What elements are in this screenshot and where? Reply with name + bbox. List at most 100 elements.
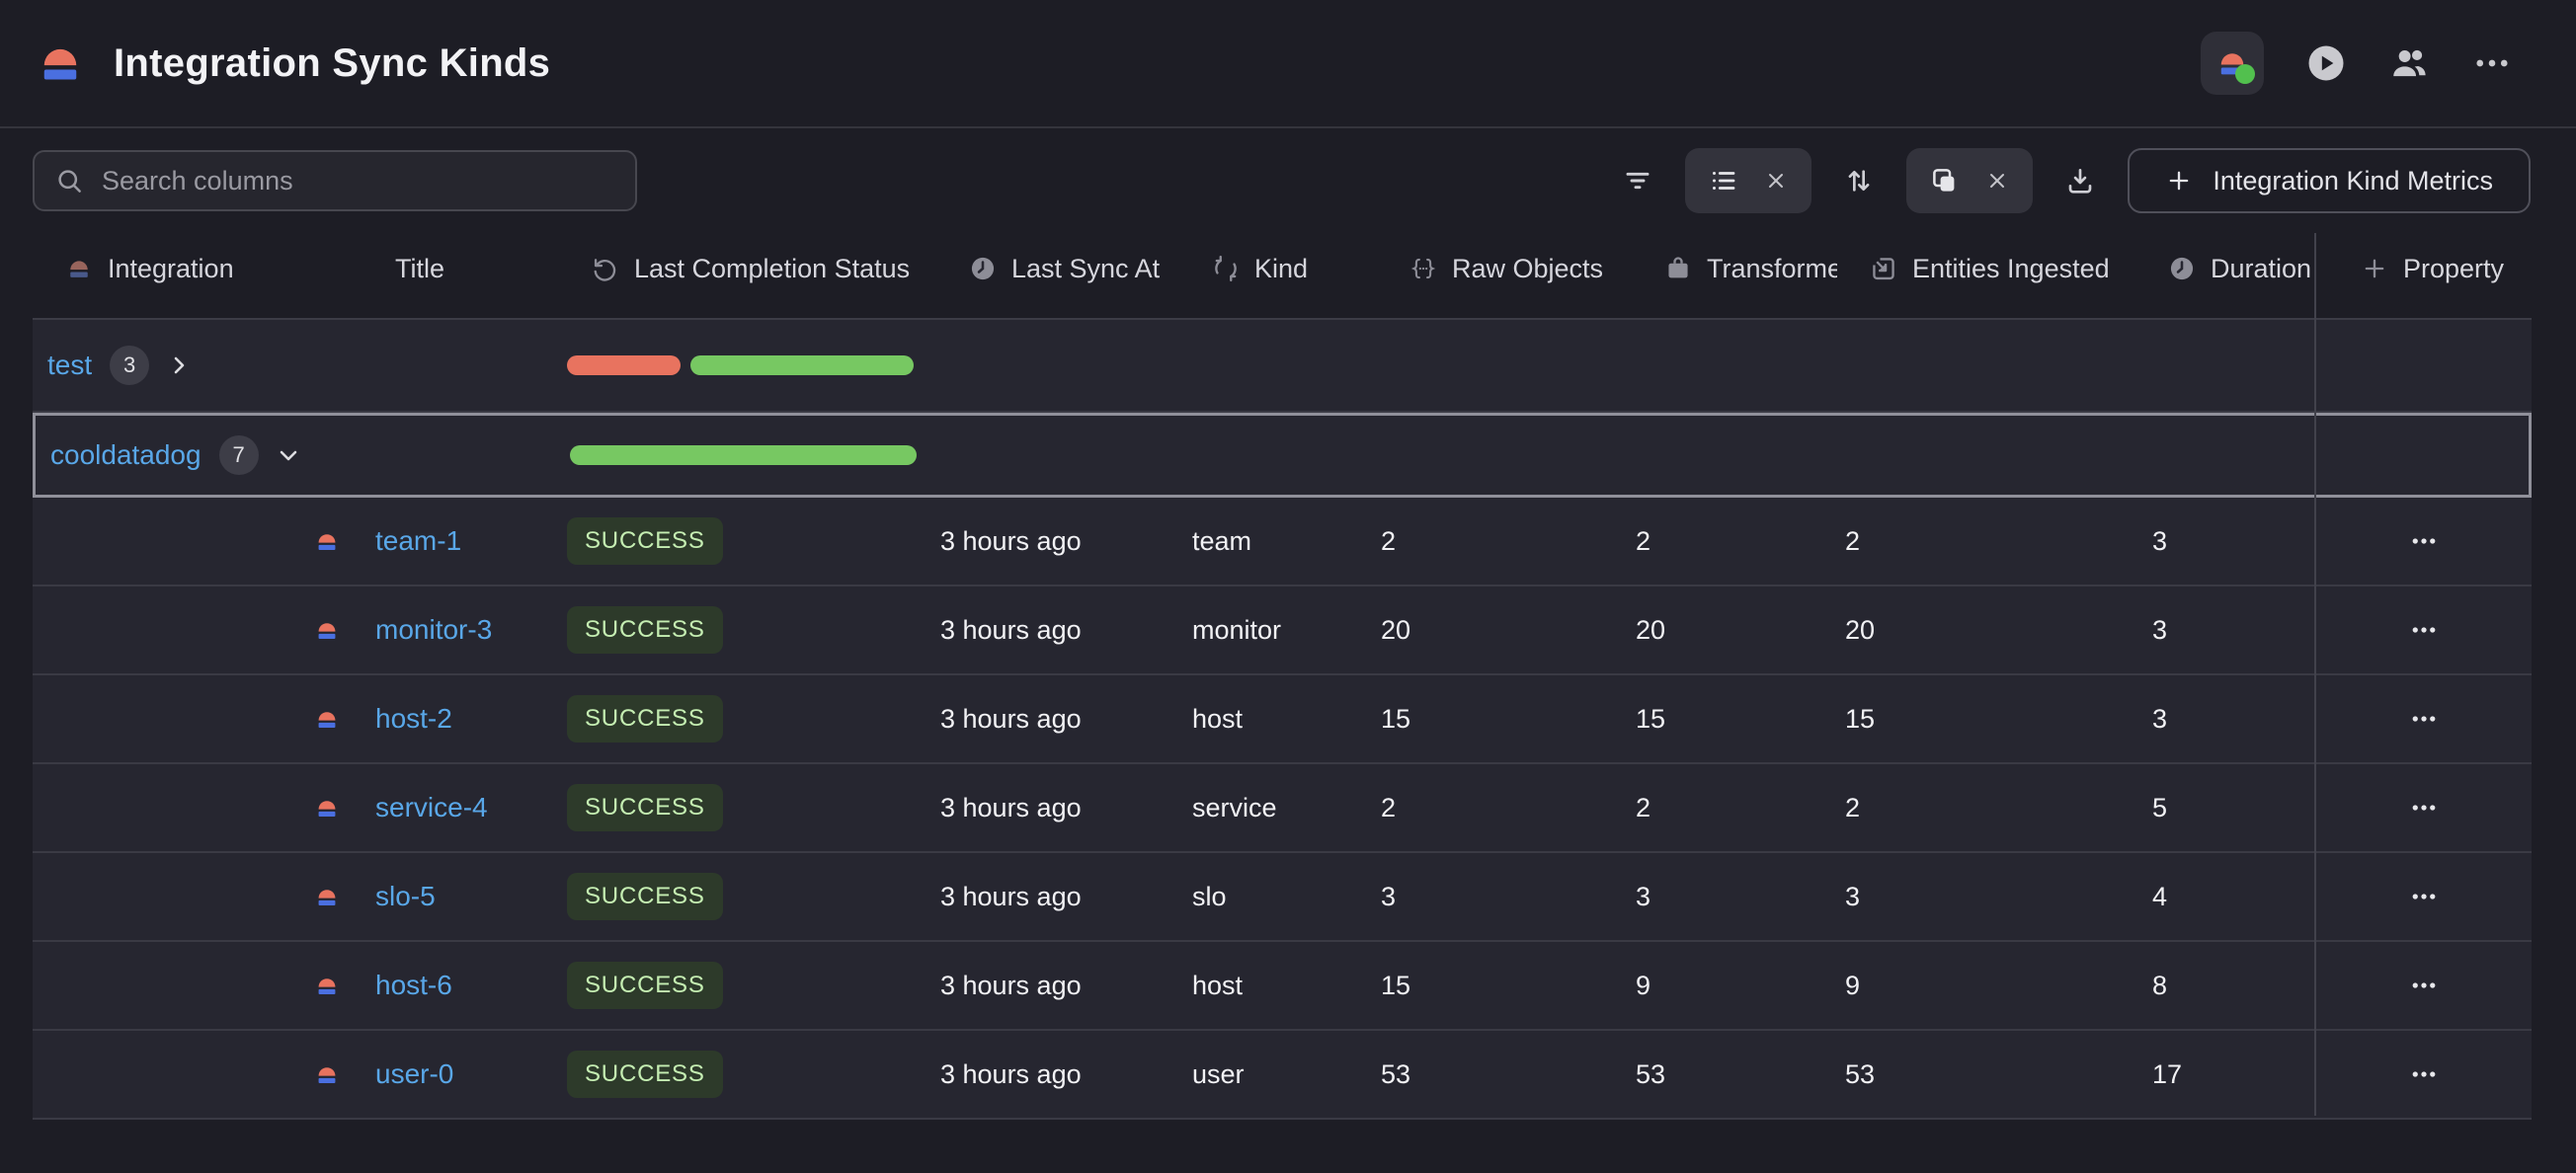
row-actions-icon[interactable] xyxy=(2399,605,2449,655)
row-last-sync-at-cell: 3 hours ago xyxy=(940,853,1192,940)
status-badge: SUCCESS xyxy=(567,517,723,565)
row-title-link[interactable]: service-4 xyxy=(375,792,488,823)
integration-logo-icon xyxy=(313,528,341,555)
column-header-last_sync_at[interactable]: Last Sync At xyxy=(940,229,1192,308)
integration-logo-icon xyxy=(33,38,88,89)
app-logo-button[interactable] xyxy=(2201,32,2264,95)
row-title-link[interactable]: slo-5 xyxy=(375,881,436,912)
filter-lines-icon[interactable] xyxy=(1622,165,1653,196)
entities-ingested-value: 15 xyxy=(1845,704,1875,735)
group-row-test: test3 xyxy=(33,320,2532,413)
status-bar-green xyxy=(570,445,917,465)
row-last-sync-at-cell: 3 hours ago xyxy=(940,1031,1192,1118)
integration-logo-icon xyxy=(313,1061,341,1088)
row-title-cell: host-2 xyxy=(356,675,567,762)
group-by-toggle[interactable] xyxy=(1906,148,2033,213)
row-status-cell: SUCCESS xyxy=(567,675,940,762)
row-title-link[interactable]: user-0 xyxy=(375,1058,453,1090)
column-header-duration[interactable]: Duration xyxy=(2144,229,2316,308)
play-icon[interactable] xyxy=(2305,42,2347,84)
entities-ingested-value: 2 xyxy=(1845,793,1860,823)
kind-value: host xyxy=(1192,704,1243,735)
column-list-toggle[interactable] xyxy=(1685,148,1811,213)
row-duration-cell: 3 xyxy=(2144,675,2316,762)
status-bars xyxy=(567,355,914,375)
row-kind-cell: monitor xyxy=(1192,586,1373,673)
raw-objects-value: 2 xyxy=(1381,526,1396,557)
row-integration-cell xyxy=(33,498,356,585)
integration-logo-icon xyxy=(313,884,341,910)
row-kind-cell: host xyxy=(1192,675,1373,762)
row-duration-cell: 5 xyxy=(2144,764,2316,851)
row-title-link[interactable]: host-2 xyxy=(375,703,452,735)
table-row-team-1: team-1SUCCESS3 hours agoteam2223 xyxy=(33,498,2532,586)
clear-icon[interactable] xyxy=(1764,169,1788,193)
row-entities-ingested-cell: 20 xyxy=(1837,586,2144,673)
column-header-kind[interactable]: Kind xyxy=(1192,229,1373,308)
column-header-add_property[interactable]: Property xyxy=(2316,229,2532,308)
row-actions-icon[interactable] xyxy=(2399,1050,2449,1099)
entities-ingested-value: 53 xyxy=(1845,1059,1875,1090)
search-input[interactable] xyxy=(100,165,615,197)
clear-icon[interactable] xyxy=(1985,169,2009,193)
row-duration-cell: 3 xyxy=(2144,586,2316,673)
row-duration-cell: 3 xyxy=(2144,498,2316,585)
row-actions-icon[interactable] xyxy=(2399,961,2449,1010)
row-title-link[interactable]: host-6 xyxy=(375,970,452,1001)
row-duration-cell: 17 xyxy=(2144,1031,2316,1118)
duration-value: 5 xyxy=(2152,793,2167,823)
row-kind-cell: team xyxy=(1192,498,1373,585)
column-header-last_completion_status[interactable]: Last Completion Status xyxy=(567,229,940,308)
plus-icon xyxy=(2165,167,2193,195)
row-integration-cell xyxy=(33,675,356,762)
row-transformed-cell: 53 xyxy=(1628,1031,1837,1118)
duration-value: 8 xyxy=(2152,971,2167,1001)
column-header-transformed[interactable]: Transforme xyxy=(1628,229,1837,308)
group-link[interactable]: cooldatadog xyxy=(50,439,201,471)
group-cell: test3 xyxy=(33,320,356,411)
sync-icon xyxy=(1212,255,1240,282)
duration-value: 4 xyxy=(2152,882,2167,912)
row-actions-icon[interactable] xyxy=(2399,783,2449,832)
row-title-cell: team-1 xyxy=(356,498,567,585)
chevron-down-icon[interactable] xyxy=(277,443,300,467)
last-sync-at-value: 3 hours ago xyxy=(940,971,1082,1001)
download-icon[interactable] xyxy=(2064,165,2096,196)
table-toolbar: Integration Kind Metrics xyxy=(33,148,2531,213)
column-header-integration[interactable]: Integration xyxy=(33,229,356,308)
group-status-cell xyxy=(570,416,943,495)
column-header-title[interactable]: Title xyxy=(356,229,567,308)
raw-objects-value: 20 xyxy=(1381,615,1410,646)
entities-ingested-value: 9 xyxy=(1845,971,1860,1001)
chevron-right-icon[interactable] xyxy=(167,353,191,377)
column-header-label: Last Sync At xyxy=(1011,254,1160,284)
row-title-link[interactable]: monitor-3 xyxy=(375,614,492,646)
sort-arrows-icon[interactable] xyxy=(1843,165,1875,196)
row-title-link[interactable]: team-1 xyxy=(375,525,461,557)
search-box[interactable] xyxy=(33,150,637,211)
users-icon[interactable] xyxy=(2388,42,2430,84)
column-header-label: Kind xyxy=(1254,254,1308,284)
column-header-label: Title xyxy=(395,254,444,284)
group-link[interactable]: test xyxy=(47,350,92,381)
title-bar: Integration Sync Kinds xyxy=(0,0,2576,128)
integration-logo-icon xyxy=(313,973,341,999)
transformed-value: 53 xyxy=(1636,1059,1665,1090)
row-raw-objects-cell: 2 xyxy=(1373,764,1628,851)
row-actions-cell xyxy=(2316,498,2532,585)
row-actions-icon[interactable] xyxy=(2399,694,2449,743)
more-icon[interactable] xyxy=(2471,42,2513,84)
column-header-raw_objects[interactable]: Raw Objects xyxy=(1373,229,1628,308)
column-header-row: Integration Title Last Completion Status La… xyxy=(33,229,2532,308)
row-actions-icon[interactable] xyxy=(2399,872,2449,921)
column-header-label: Raw Objects xyxy=(1452,254,1603,284)
integration-kind-metrics-button[interactable]: Integration Kind Metrics xyxy=(2128,148,2531,213)
row-transformed-cell: 2 xyxy=(1628,498,1837,585)
kind-value: service xyxy=(1192,793,1277,823)
row-actions-icon[interactable] xyxy=(2399,516,2449,566)
column-header-entities_ingested[interactable]: Entities Ingested xyxy=(1837,229,2144,308)
row-actions-cell xyxy=(2316,764,2532,851)
copy-icon xyxy=(1930,166,1960,196)
last-sync-at-value: 3 hours ago xyxy=(940,793,1082,823)
row-integration-cell xyxy=(33,853,356,940)
